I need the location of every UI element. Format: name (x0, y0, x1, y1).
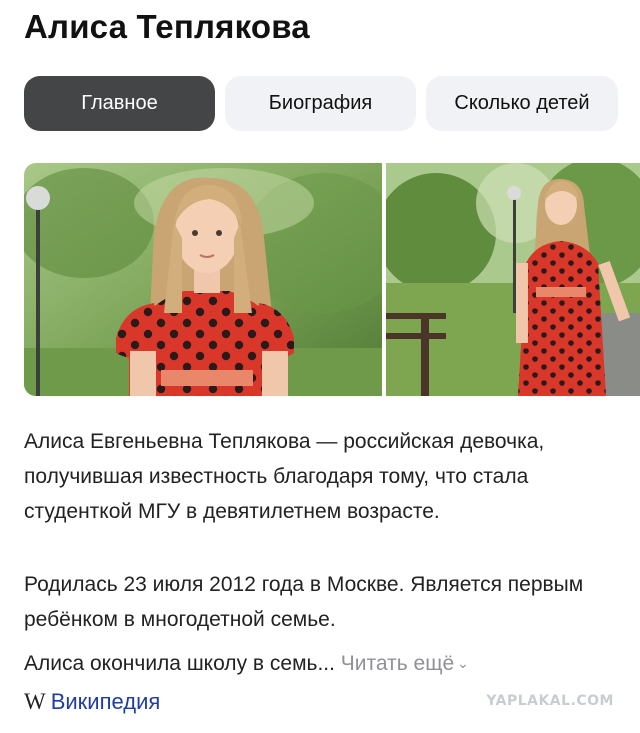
tab-children[interactable]: Сколько детей (426, 76, 618, 131)
read-more-link[interactable]: Читать ещё ⌄ (341, 652, 469, 675)
description-paragraph: Алиса Евгеньевна Теплякова — российская … (24, 430, 545, 523)
source-label: Википедия (50, 689, 161, 714)
tab-biography[interactable]: Биография (225, 76, 416, 131)
tab-bar: Главное Биография Сколько детей (24, 76, 640, 131)
photo-portrait[interactable] (24, 163, 382, 396)
read-more-label: Читать ещё (340, 652, 455, 675)
photo-park[interactable] (386, 163, 640, 396)
description-paragraph-truncated: Алиса окончила школу в семь... Читать ещ… (24, 646, 616, 683)
tab-main[interactable]: Главное (24, 76, 215, 131)
description-snippet: Алиса окончила школу в семь... (24, 652, 335, 675)
page-title: Алиса Теплякова (24, 8, 310, 45)
description-paragraph: Родилась 23 июля 2012 года в Москве. Явл… (24, 573, 584, 631)
wikipedia-logo: W (24, 689, 46, 714)
source-link[interactable]: W Википедия (24, 685, 160, 719)
chevron-down-icon: ⌄ (457, 655, 469, 671)
watermark: YAPLAKAL.COM (486, 693, 614, 709)
photo-gallery[interactable] (24, 163, 640, 396)
